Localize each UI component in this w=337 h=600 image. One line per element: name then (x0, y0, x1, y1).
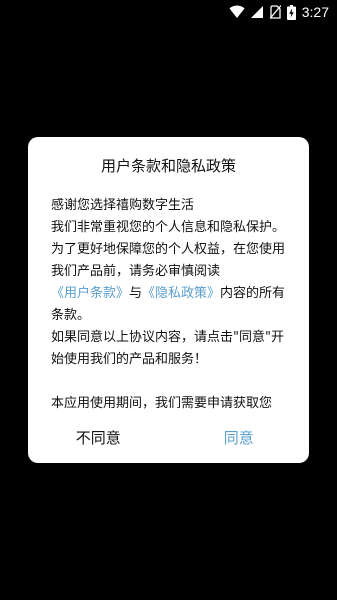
disagree-button[interactable]: 不同意 (28, 411, 169, 463)
no-sim-icon (269, 5, 281, 19)
agreement-text-a: 我们非常重视您的个人信息和隐私保护。为了更好地保障您的个人权益，在您使用我们产品… (51, 220, 286, 279)
status-bar: 3:27 (0, 0, 337, 24)
dialog-body[interactable]: 感谢您选择禧购数字生活 我们非常重视您的个人信息和隐私保护。为了更好地保障您的个… (51, 195, 295, 411)
agree-button[interactable]: 同意 (169, 411, 310, 463)
agreement-text-and: 与 (129, 286, 143, 301)
user-terms-link[interactable]: 《用户条款》 (51, 286, 129, 301)
agreement-paragraph: 我们非常重视您的个人信息和隐私保护。为了更好地保障您的个人权益，在您使用我们产品… (51, 217, 295, 327)
greeting-text: 感谢您选择禧购数字生活 (51, 198, 195, 213)
wifi-icon (229, 5, 245, 18)
signal-icon (250, 6, 263, 18)
privacy-dialog: 用户条款和隐私政策 感谢您选择禧购数字生活 我们非常重视您的个人信息和隐私保护。… (28, 137, 309, 463)
status-icons: 3:27 (229, 3, 329, 21)
dialog-footer: 不同意 同意 (28, 411, 309, 463)
privacy-policy-link[interactable]: 《隐私政策》 (142, 286, 220, 301)
dialog-title: 用户条款和隐私政策 (100, 157, 236, 175)
consent-instruction-text: 如果同意以上协议内容，请点击"同意"开始使用我们的产品和服务！ (51, 330, 284, 367)
battery-charging-icon (286, 4, 296, 20)
status-time: 3:27 (301, 4, 329, 20)
permission-notice-text: 本应用使用期间，我们需要申请获取您 (51, 396, 273, 411)
